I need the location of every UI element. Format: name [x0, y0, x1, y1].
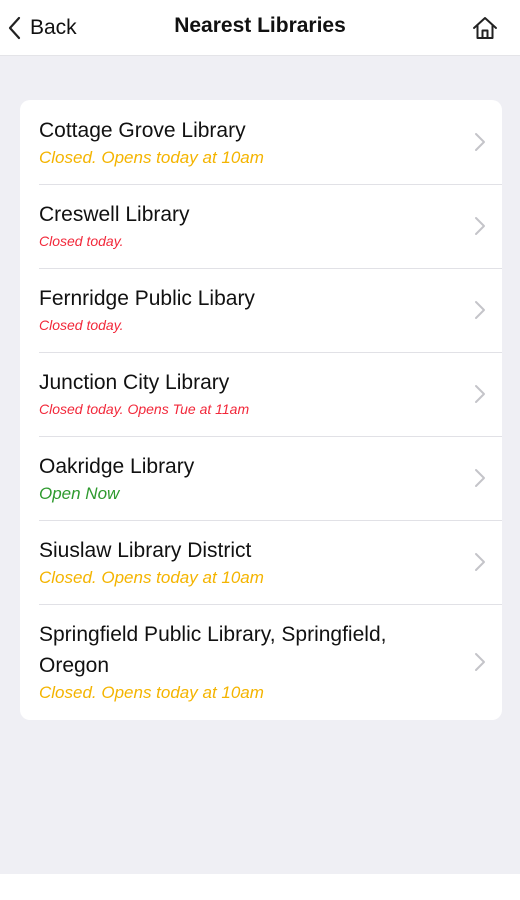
- content-area: Cottage Grove Library Closed. Opens today…: [0, 56, 520, 874]
- library-name: Oakridge Library: [39, 455, 195, 478]
- library-name: Siuslaw Library District: [39, 539, 252, 562]
- library-name: Creswell Library: [39, 203, 190, 226]
- library-status: Closed today.: [39, 317, 124, 333]
- library-status: Closed. Opens today at 10am: [39, 148, 264, 167]
- home-button[interactable]: [472, 15, 498, 41]
- library-name: Fernridge Public Libary: [39, 287, 255, 310]
- home-icon: [472, 17, 498, 45]
- library-list-item[interactable]: Creswell Library Closed today.: [20, 184, 502, 268]
- library-list: Cottage Grove Library Closed. Opens today…: [20, 100, 502, 720]
- library-list-item[interactable]: Siuslaw Library District Closed. Opens to…: [20, 520, 502, 604]
- chevron-right-icon: [474, 468, 486, 488]
- library-status: Closed. Opens today at 10am: [39, 568, 264, 587]
- library-status: Closed. Opens today at 10am: [39, 683, 264, 702]
- library-list-item[interactable]: Junction City Library Closed today. Opens…: [20, 352, 502, 436]
- library-name: Junction City Library: [39, 371, 230, 394]
- library-list-item[interactable]: Oakridge Library Open Now: [20, 436, 502, 520]
- library-status: Open Now: [39, 484, 120, 503]
- chevron-right-icon: [474, 552, 486, 572]
- library-list-item[interactable]: Fernridge Public Libary Closed today.: [20, 268, 502, 352]
- screen: Back Nearest Libraries Cottage Grove Lib…: [0, 0, 520, 900]
- library-status: Closed today. Opens Tue at 11am: [39, 401, 250, 417]
- library-list-item[interactable]: Cottage Grove Library Closed. Opens today…: [20, 100, 502, 184]
- library-status: Closed today.: [39, 233, 124, 249]
- chevron-right-icon: [474, 216, 486, 236]
- chevron-right-icon: [474, 384, 486, 404]
- page-title: Nearest Libraries: [174, 14, 346, 37]
- chevron-right-icon: [474, 652, 486, 672]
- library-name: Cottage Grove Library: [39, 119, 246, 142]
- library-name: Springfield Public Library, Springfield,…: [39, 623, 387, 677]
- bottom-bar: [0, 874, 520, 900]
- navigation-bar: Back Nearest Libraries: [0, 0, 520, 56]
- library-list-item[interactable]: Springfield Public Library, Springfield,…: [20, 604, 502, 720]
- chevron-right-icon: [474, 300, 486, 320]
- chevron-right-icon: [474, 132, 486, 152]
